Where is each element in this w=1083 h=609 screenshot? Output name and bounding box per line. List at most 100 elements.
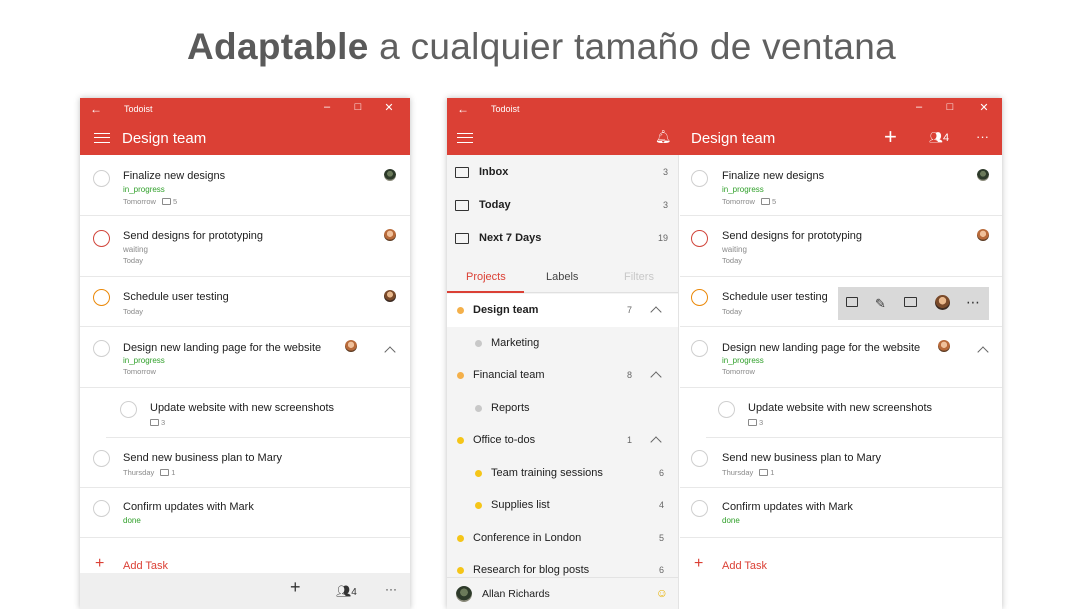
task-row[interactable]: Send designs for prototyping waiting Tod… (80, 216, 410, 277)
collapse-chevron-icon[interactable] (650, 436, 662, 448)
hamburger-menu-icon[interactable] (457, 133, 473, 143)
project-item[interactable]: Marketing (447, 327, 678, 360)
schedule-icon[interactable] (904, 297, 917, 307)
project-item[interactable]: Office to-dos 1 (447, 424, 678, 457)
task-checkbox[interactable] (691, 340, 708, 357)
task-row[interactable]: Schedule user testing Today (80, 277, 410, 327)
tab-filters[interactable]: Filters (624, 271, 654, 283)
task-label[interactable]: waiting (722, 245, 747, 254)
more-options-icon[interactable]: ··· (385, 582, 397, 596)
task-name: Send new business plan to Mary (123, 452, 282, 464)
task-meta: 3 (742, 418, 763, 427)
task-checkbox[interactable] (718, 401, 735, 418)
task-checkbox[interactable] (93, 289, 110, 306)
task-row[interactable]: Confirm updates with Mark done (80, 488, 410, 538)
minimize-icon[interactable]: – (912, 101, 926, 113)
task-row[interactable]: Send new business plan to Mary Thursday 1 (680, 438, 1002, 488)
member-count: 4 (351, 587, 357, 598)
user-bar[interactable]: Allan Richards ☺ (447, 577, 678, 609)
task-checkbox[interactable] (120, 401, 137, 418)
project-item[interactable]: Conference in London 5 (447, 522, 678, 555)
notifications-bell-icon[interactable]: 🔔︎ (655, 129, 672, 145)
project-item[interactable]: Financial team 8 (447, 359, 678, 392)
task-checkbox[interactable] (691, 500, 708, 517)
sidebar-app-bar: 🔔︎ (447, 121, 679, 155)
people-icon: 👥︎ (929, 132, 943, 144)
task-checkbox[interactable] (93, 170, 110, 187)
task-checkbox[interactable] (93, 450, 110, 467)
more-options-icon[interactable]: ⋯ (966, 294, 980, 311)
task-checkbox[interactable] (93, 500, 110, 517)
task-label[interactable]: in_progress (722, 356, 764, 365)
add-icon[interactable]: + (290, 577, 301, 598)
subtask-row[interactable]: Update website with new screenshots 3 (106, 388, 410, 438)
project-name: Reports (491, 402, 530, 414)
task-row[interactable]: Send new business plan to Mary Thursday 1 (80, 438, 410, 488)
members-button[interactable]: 👥︎4 (336, 584, 357, 598)
project-color-dot (457, 307, 464, 314)
user-name: Allan Richards (482, 588, 550, 600)
task-label[interactable]: in_progress (722, 185, 764, 194)
add-icon[interactable]: + (884, 124, 897, 150)
assignee-avatar (384, 290, 396, 302)
comment-icon[interactable] (846, 297, 858, 307)
close-icon[interactable]: ✕ (382, 101, 396, 114)
task-name: Send designs for prototyping (722, 230, 863, 242)
project-count: 5 (658, 533, 664, 543)
project-name: Team training sessions (491, 467, 603, 479)
title-bar: ← Todoist – □ ✕ (80, 98, 410, 121)
members-button[interactable]: 👥︎4 (929, 131, 949, 144)
task-checkbox[interactable] (691, 230, 708, 247)
calendar-week-icon (455, 233, 469, 244)
tab-labels[interactable]: Labels (546, 271, 578, 283)
task-checkbox[interactable] (691, 289, 708, 306)
task-label[interactable]: in_progress (123, 185, 165, 194)
minimize-icon[interactable]: – (320, 101, 334, 113)
maximize-icon[interactable]: □ (943, 101, 957, 113)
tab-underline (447, 291, 524, 293)
sidebar-item-next-7-days[interactable]: Next 7 Days 19 (447, 222, 678, 255)
collapse-chevron-icon[interactable] (650, 371, 662, 383)
collapse-chevron-icon[interactable] (977, 346, 989, 358)
task-checkbox[interactable] (93, 340, 110, 357)
project-item[interactable]: Reports (447, 392, 678, 425)
tab-projects[interactable]: Projects (466, 271, 506, 283)
task-checkbox[interactable] (691, 450, 708, 467)
task-checkbox[interactable] (93, 230, 110, 247)
more-options-icon[interactable]: ··· (976, 129, 989, 144)
collapse-chevron-icon[interactable] (650, 306, 662, 318)
project-count: 4 (658, 500, 664, 510)
task-row[interactable]: Design new landing page for the website … (680, 327, 1002, 388)
task-label[interactable]: waiting (123, 245, 148, 254)
subtask-row[interactable]: Update website with new screenshots 3 (706, 388, 1002, 438)
back-arrow-icon[interactable]: ← (457, 102, 469, 116)
project-item[interactable]: Supplies list 4 (447, 489, 678, 522)
task-checkbox[interactable] (691, 170, 708, 187)
app-bar: Design team (80, 121, 410, 155)
project-item[interactable]: Team training sessions 6 (447, 457, 678, 490)
assign-avatar-icon[interactable] (935, 295, 950, 310)
task-row[interactable]: Finalize new designs in_progress Tomorro… (680, 155, 1002, 216)
assignee-avatar (384, 169, 396, 181)
edit-pencil-icon[interactable]: ✎ (875, 296, 886, 312)
project-name: Marketing (491, 337, 540, 349)
task-row[interactable]: Confirm updates with Mark done (680, 488, 1002, 538)
task-label[interactable]: done (722, 516, 740, 525)
task-row[interactable]: Finalize new designs in_progress Tomorro… (80, 155, 410, 216)
collapse-chevron-icon[interactable] (384, 346, 396, 358)
task-row[interactable]: Send designs for prototyping waiting Tod… (680, 216, 1002, 277)
task-meta: Thursday 1 (123, 468, 175, 477)
smiley-icon[interactable]: ☺ (656, 586, 668, 600)
task-row[interactable]: Design new landing page for the website … (80, 327, 410, 388)
task-label[interactable]: in_progress (123, 356, 165, 365)
comment-count: 5 (771, 197, 777, 206)
close-icon[interactable]: ✕ (977, 101, 991, 114)
task-label[interactable]: done (123, 516, 141, 525)
comment-count: 1 (770, 468, 775, 477)
back-arrow-icon[interactable]: ← (90, 102, 102, 116)
project-item[interactable]: Design team 7 (447, 294, 678, 327)
hamburger-menu-icon[interactable] (94, 133, 110, 143)
sidebar-item-today[interactable]: Today 3 (447, 189, 678, 222)
sidebar-item-inbox[interactable]: Inbox 3 (447, 156, 678, 189)
maximize-icon[interactable]: □ (351, 101, 365, 113)
